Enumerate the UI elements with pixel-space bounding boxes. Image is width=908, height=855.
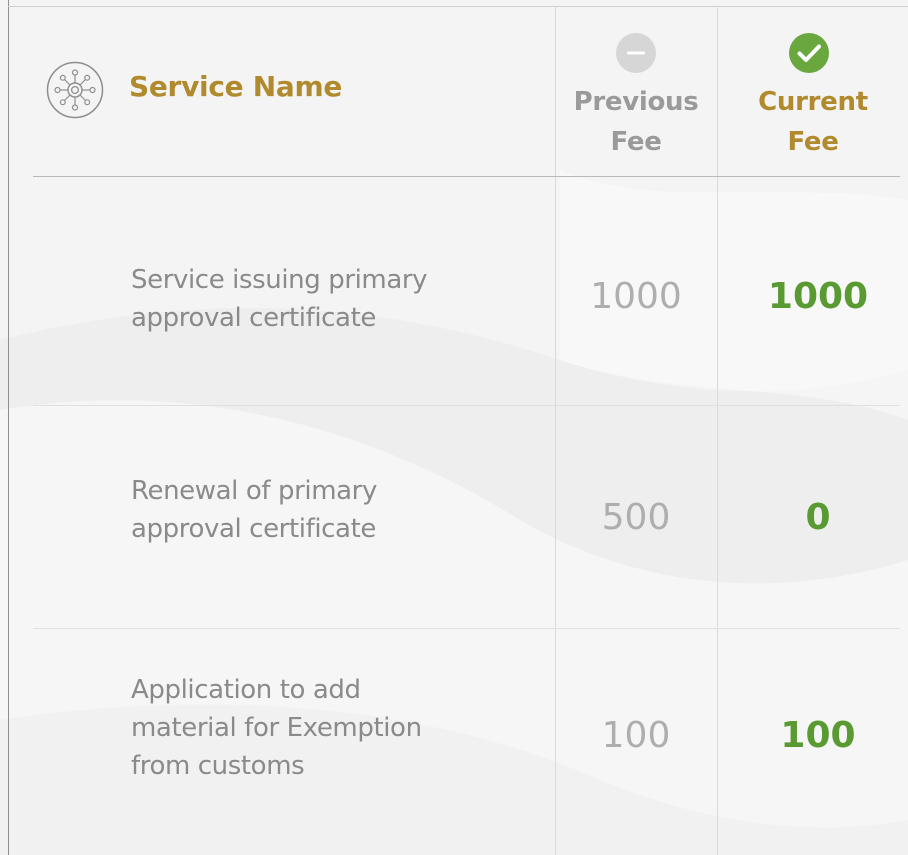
service-name-line: approval certificate	[131, 514, 376, 544]
previous-fee-header: Previous Fee	[556, 82, 716, 162]
service-name-cell: Application to add material for Exemptio…	[131, 671, 531, 785]
service-name-cell: Service issuing primary approval certifi…	[131, 261, 531, 337]
current-fee-cell: 1000	[767, 276, 869, 317]
service-name-line: Service issuing primary	[131, 265, 428, 295]
header-divider	[33, 176, 900, 177]
previous-fee-cell: 500	[601, 497, 671, 538]
previous-fee-cell: 100	[601, 715, 671, 756]
service-name-line: from customs	[131, 751, 305, 781]
previous-fee-cell: 1000	[590, 276, 682, 317]
row-divider	[33, 628, 900, 629]
network-hub-icon	[46, 61, 104, 119]
table-left-border	[8, 0, 9, 855]
service-name-header: Service Name	[129, 70, 343, 103]
current-fee-cell: 0	[805, 497, 831, 538]
service-name-line: Application to add	[131, 675, 361, 705]
current-fee-header-line: Current	[758, 87, 868, 117]
service-name-cell: Renewal of primary approval certificate	[131, 472, 531, 548]
service-name-line: Renewal of primary	[131, 476, 377, 506]
current-fee-header: Current Fee	[718, 82, 908, 162]
row-divider	[33, 405, 900, 406]
fee-comparison-table: Service Name Previous Fee Current Fee Se…	[0, 0, 908, 855]
minus-circle-icon	[616, 33, 656, 73]
service-name-line: approval certificate	[131, 303, 376, 333]
previous-fee-header-line: Previous	[573, 87, 699, 117]
current-fee-header-line: Fee	[787, 127, 839, 157]
previous-fee-header-line: Fee	[610, 127, 662, 157]
current-fee-cell: 100	[780, 715, 856, 756]
check-circle-icon	[789, 33, 829, 73]
service-name-line: material for Exemption	[131, 713, 422, 743]
table-top-border	[8, 6, 908, 7]
